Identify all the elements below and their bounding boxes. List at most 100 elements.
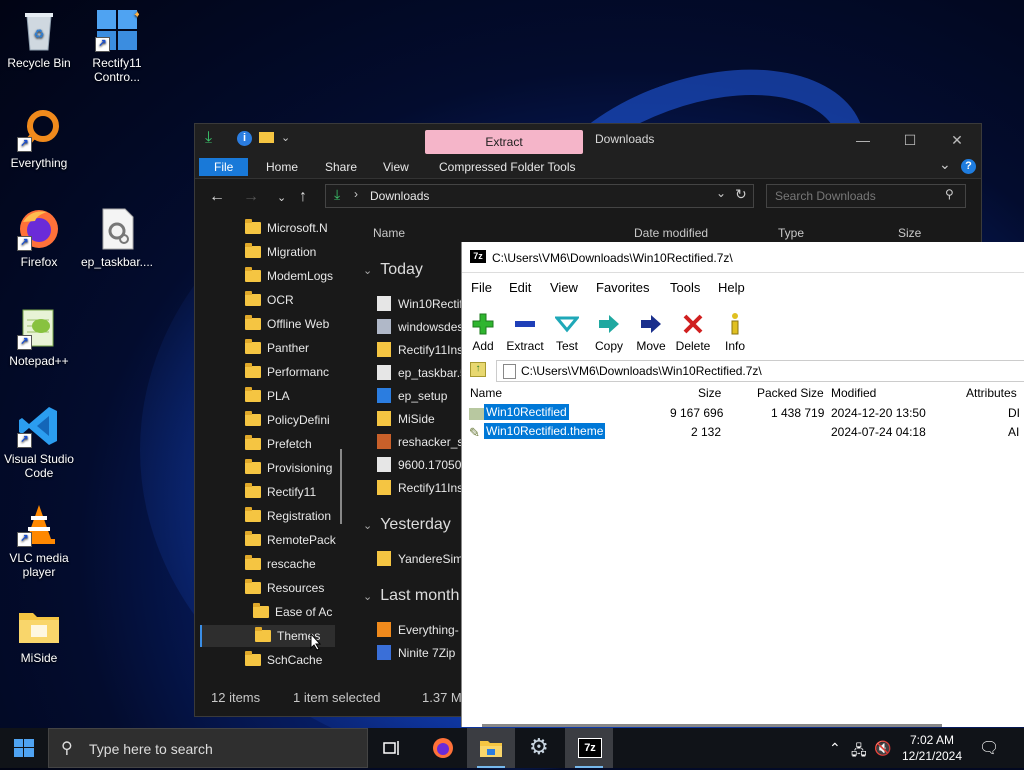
- desktop-icon-vscode[interactable]: ↗ Visual Studio Code: [1, 404, 77, 480]
- archive-item-name[interactable]: Win10Rectified.theme: [484, 423, 606, 439]
- task-view-button[interactable]: [368, 728, 416, 768]
- tab-compressed-folder-tools[interactable]: Compressed Folder Tools: [439, 158, 576, 176]
- column-header-name[interactable]: Name: [470, 386, 502, 400]
- nav-item[interactable]: Rectify11: [245, 481, 316, 503]
- file-item[interactable]: ep_setup: [377, 385, 447, 407]
- column-header-modified[interactable]: Modified: [831, 386, 876, 400]
- tab-share[interactable]: Share: [325, 158, 357, 176]
- extract-context-tab[interactable]: Extract: [425, 130, 583, 154]
- new-folder-icon[interactable]: [259, 132, 274, 143]
- nav-scrollbar[interactable]: [340, 449, 342, 524]
- nav-item[interactable]: OCR: [245, 289, 294, 311]
- move-button[interactable]: Move: [629, 312, 673, 353]
- up-arrow-icon[interactable]: ↑: [299, 188, 307, 206]
- info-button[interactable]: Info: [713, 312, 757, 353]
- nav-item[interactable]: Performanc: [245, 361, 329, 383]
- file-item[interactable]: reshacker_se: [377, 431, 470, 453]
- volume-muted-icon[interactable]: 🔇: [874, 740, 891, 757]
- nav-item[interactable]: RemotePack: [245, 529, 336, 551]
- forward-arrow-icon[interactable]: →: [243, 188, 259, 206]
- column-header-name[interactable]: Name: [373, 226, 405, 240]
- column-header-size[interactable]: Size: [898, 226, 921, 240]
- menu-file[interactable]: File: [471, 280, 492, 295]
- ribbon-expand-chevron-icon[interactable]: ⌄: [939, 156, 951, 173]
- sevenzip-address-bar[interactable]: C:\Users\VM6\Downloads\Win10Rectified.7z…: [496, 360, 1024, 382]
- nav-item[interactable]: PolicyDefini: [245, 409, 330, 431]
- nav-item[interactable]: Offline Web: [245, 313, 329, 335]
- column-header-date-modified[interactable]: Date modified: [634, 226, 708, 240]
- horizontal-scrollbar[interactable]: [482, 724, 942, 727]
- desktop-icon-rectify11[interactable]: ✦ ↗ Rectify11 Contro...: [79, 8, 155, 84]
- breadcrumb[interactable]: Downloads: [370, 189, 429, 203]
- sevenzip-address-text[interactable]: C:\Users\VM6\Downloads\Win10Rectified.7z…: [521, 364, 762, 378]
- desktop-icon-recycle-bin[interactable]: ♻ Recycle Bin: [1, 8, 77, 70]
- group-header-today[interactable]: ⌄ Today: [363, 261, 423, 279]
- menu-edit[interactable]: Edit: [509, 280, 531, 295]
- extract-button[interactable]: Extract: [503, 312, 547, 353]
- nav-item[interactable]: rescache: [245, 553, 316, 575]
- nav-item[interactable]: PLA: [245, 385, 290, 407]
- address-bar[interactable]: ⤓ › Downloads ⌄ ↻: [325, 184, 754, 208]
- copy-button[interactable]: Copy: [587, 312, 631, 353]
- file-item[interactable]: MiSide: [377, 408, 435, 430]
- show-hidden-icons-chevron-icon[interactable]: ⌃: [829, 740, 841, 757]
- nav-item[interactable]: Provisioning: [245, 457, 332, 479]
- close-button[interactable]: ✕: [934, 129, 980, 151]
- nav-item[interactable]: Resources: [245, 577, 324, 599]
- desktop-icon-ep-taskbar[interactable]: ep_taskbar....: [79, 207, 155, 269]
- tab-file[interactable]: File: [199, 158, 249, 176]
- recent-chevron-icon[interactable]: ⌄: [277, 191, 286, 204]
- properties-icon[interactable]: i: [237, 131, 252, 146]
- file-item[interactable]: Rectify11Ins: [377, 477, 463, 499]
- menu-favorites[interactable]: Favorites: [596, 280, 649, 295]
- nav-item[interactable]: Microsoft.N: [245, 217, 328, 239]
- file-item[interactable]: Rectify11Ins: [377, 339, 463, 361]
- taskbar-search-box[interactable]: ⚲ Type here to search: [48, 728, 368, 768]
- file-item[interactable]: Win10Rectif: [377, 293, 463, 315]
- nav-item[interactable]: SchCache: [245, 649, 322, 668]
- nav-item[interactable]: Panther: [245, 337, 309, 359]
- nav-item[interactable]: Ease of Ac: [253, 601, 332, 623]
- desktop-icon-miside[interactable]: MiSide: [1, 603, 77, 665]
- clock[interactable]: 7:02 AM 12/21/2024: [896, 732, 968, 764]
- nav-item[interactable]: Registration: [245, 505, 331, 527]
- column-header-type[interactable]: Type: [778, 226, 804, 240]
- up-folder-icon[interactable]: ↑: [470, 362, 486, 377]
- add-button[interactable]: Add: [461, 312, 505, 353]
- start-button[interactable]: [0, 728, 48, 768]
- file-item[interactable]: windowsdes: [377, 316, 463, 338]
- desktop-icon-vlc[interactable]: ↗ VLC media player: [1, 503, 77, 579]
- search-input[interactable]: Search Downloads: [775, 189, 876, 203]
- taskbar-file-explorer[interactable]: [467, 728, 515, 768]
- test-button[interactable]: Test: [545, 312, 589, 353]
- taskbar-7zip[interactable]: 7z: [565, 728, 613, 768]
- menu-help[interactable]: Help: [718, 280, 745, 295]
- nav-item[interactable]: Migration: [245, 241, 316, 263]
- network-icon[interactable]: 🖧: [851, 740, 867, 764]
- group-header-yesterday[interactable]: ⌄ Yesterday: [363, 516, 451, 534]
- delete-button[interactable]: Delete: [671, 312, 715, 353]
- tab-home[interactable]: Home: [266, 158, 298, 176]
- file-item[interactable]: YandereSim: [377, 548, 463, 570]
- notification-center-icon[interactable]: 🗨: [979, 738, 999, 758]
- archive-item-name[interactable]: Win10Rectified: [484, 404, 569, 420]
- address-dropdown-icon[interactable]: ⌄: [716, 186, 726, 200]
- file-item[interactable]: ep_taskbar.5: [377, 362, 467, 384]
- help-icon[interactable]: ?: [961, 159, 976, 174]
- desktop-icon-notepadpp[interactable]: ↗ Notepad++: [1, 306, 77, 368]
- file-item[interactable]: Ninite 7Zip: [377, 642, 455, 664]
- download-icon[interactable]: ⤓: [205, 129, 212, 147]
- column-header-packed-size[interactable]: Packed Size: [757, 386, 824, 400]
- nav-item[interactable]: ModemLogs: [245, 265, 333, 287]
- tab-view[interactable]: View: [383, 158, 409, 176]
- column-header-size[interactable]: Size: [698, 386, 721, 400]
- refresh-icon[interactable]: ↻: [735, 186, 747, 203]
- file-item[interactable]: Everything-: [377, 619, 459, 641]
- taskbar-search-input[interactable]: Type here to search: [89, 741, 213, 757]
- search-box[interactable]: Search Downloads ⚲: [766, 184, 966, 208]
- menu-tools[interactable]: Tools: [670, 280, 700, 295]
- desktop-icon-everything[interactable]: ↗ Everything: [1, 108, 77, 170]
- taskbar-settings[interactable]: ⚙: [516, 728, 564, 768]
- menu-view[interactable]: View: [550, 280, 578, 295]
- chevron-down-icon[interactable]: ⌄: [281, 131, 290, 144]
